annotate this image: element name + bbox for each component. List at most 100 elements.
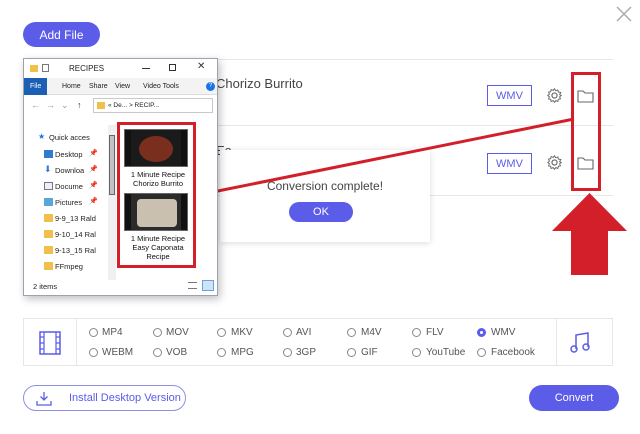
format-label: WEBM — [102, 347, 134, 358]
nav-item[interactable]: 9-10_14 Ralc — [44, 229, 96, 240]
up-arrow-icon[interactable]: ↑ — [77, 100, 82, 110]
format-label: WMV — [491, 327, 516, 338]
desktop-icon — [44, 150, 53, 158]
explorer-ribbon: File Home Share View Video Tools ? — [24, 78, 217, 95]
format-radio-gif[interactable] — [347, 348, 356, 357]
close-icon[interactable]: ✕ — [197, 61, 205, 72]
address-bar[interactable]: « De... > RECIP... — [93, 98, 213, 113]
maximize-icon[interactable] — [169, 64, 176, 71]
minimize-icon[interactable] — [142, 68, 150, 69]
folder-icon — [44, 214, 53, 222]
format-radio-m4v[interactable] — [347, 328, 356, 337]
format-label: AVI — [296, 327, 312, 338]
format-label: MPG — [231, 347, 254, 358]
install-label: Install Desktop Version — [69, 392, 181, 404]
folder-icon — [30, 65, 38, 72]
ribbon-tab-view[interactable]: View — [115, 78, 130, 95]
folder-icon — [97, 102, 105, 109]
film-strip — [181, 194, 187, 230]
nav-item[interactable]: 9-13_15 Rald — [44, 245, 96, 256]
video-thumbnail[interactable] — [124, 129, 188, 167]
pin-icon: 📌 — [89, 166, 98, 173]
back-arrow-icon[interactable]: ← — [31, 100, 40, 110]
format-radio-youtube[interactable] — [412, 348, 421, 357]
pin-icon: 📌 — [89, 198, 98, 205]
format-radio-wmv[interactable] — [477, 328, 486, 337]
settings-gear-icon[interactable] — [546, 154, 563, 171]
folder-icon — [44, 246, 53, 254]
item-count: 2 items — [33, 282, 58, 291]
nav-item[interactable]: 9-9_13 Rald — [44, 213, 96, 224]
format-label: FLV — [426, 327, 444, 338]
help-icon[interactable]: ? — [206, 82, 215, 91]
explorer-title: RECIPES — [69, 64, 105, 73]
food-image — [139, 136, 173, 162]
explorer-navbar: ← → ⌄ ↑ « De... > RECIP... — [24, 96, 217, 116]
ribbon-tab-share[interactable]: Share — [89, 78, 108, 95]
format-radio-mov[interactable] — [153, 328, 162, 337]
settings-gear-icon[interactable] — [546, 87, 563, 104]
format-radio-mpg[interactable] — [217, 348, 226, 357]
format-label: YouTube — [426, 347, 466, 358]
format-label: MP4 — [102, 327, 123, 338]
recent-chevron-icon[interactable]: ⌄ — [61, 100, 69, 111]
document-icon — [44, 182, 53, 190]
film-strip — [125, 194, 131, 230]
forward-arrow-icon[interactable]: → — [46, 100, 55, 110]
ribbon-tab-home[interactable]: Home — [62, 78, 81, 95]
scrollbar-thumb[interactable] — [109, 135, 115, 195]
quick-access-toolbar-icon[interactable] — [42, 64, 49, 72]
view-toggle — [186, 280, 216, 292]
output-format-button[interactable]: WMV — [487, 85, 532, 106]
film-strip — [181, 130, 187, 166]
video-film-icon — [39, 331, 61, 355]
large-icons-view-icon[interactable] — [202, 280, 214, 291]
format-radio-mp4[interactable] — [89, 328, 98, 337]
red-arrow-up-icon — [552, 193, 627, 275]
format-radio-mkv[interactable] — [217, 328, 226, 337]
audio-note-icon[interactable] — [569, 331, 591, 355]
ribbon-tab-file[interactable]: File — [24, 78, 48, 95]
close-icon[interactable] — [614, 4, 634, 24]
pin-icon: 📌 — [89, 150, 98, 157]
output-format-button[interactable]: WMV — [487, 153, 532, 174]
format-radio-3gp[interactable] — [283, 348, 292, 357]
nav-item[interactable]: FFmpeg — [44, 261, 96, 272]
convert-button[interactable]: Convert — [529, 385, 619, 411]
install-desktop-button[interactable]: Install Desktop Version — [23, 385, 186, 411]
ribbon-tab-video-tools[interactable]: Video Tools — [143, 78, 179, 95]
video-thumbnail[interactable] — [124, 193, 188, 231]
panel-separator — [556, 319, 557, 365]
format-label: GIF — [361, 347, 378, 358]
nav-scrollbar[interactable] — [108, 125, 116, 280]
folder-highlight-box — [571, 72, 601, 191]
navigation-pane: ★ Quick access Desktop ⬇ Downloa Docume … — [24, 119, 112, 284]
format-selector-panel: MP4 MOV MKV AVI M4V FLV WMV WEBM VOB MPG… — [23, 318, 613, 366]
conversion-complete-dialog: Conversion complete! — [220, 150, 430, 242]
explorer-titlebar: RECIPES ✕ — [24, 59, 217, 78]
ok-button[interactable]: OK — [289, 202, 353, 222]
file-name: Chorizo Burrito — [216, 76, 303, 91]
download-icon: ⬇ — [44, 165, 52, 174]
format-radio-webm[interactable] — [89, 348, 98, 357]
format-radio-flv[interactable] — [412, 328, 421, 337]
dialog-message: Conversion complete! — [266, 179, 384, 193]
file-caption: 1 Minute Recipe Easy Caponata Recipe — [130, 234, 186, 261]
format-radio-facebook[interactable] — [477, 348, 486, 357]
format-label: MKV — [231, 327, 253, 338]
format-label: MOV — [166, 327, 189, 338]
food-image — [137, 199, 177, 227]
format-radio-vob[interactable] — [153, 348, 162, 357]
pin-icon: 📌 — [89, 182, 98, 189]
format-label: M4V — [361, 327, 382, 338]
download-tray-icon — [36, 392, 52, 406]
address-path: « De... > RECIP... — [108, 102, 160, 109]
details-view-icon[interactable] — [188, 282, 197, 289]
add-file-button[interactable]: Add File — [23, 22, 100, 47]
star-icon: ★ — [38, 132, 46, 141]
files-highlight-box: 1 Minute Recipe Chorizo Burrito 1 Minute… — [117, 122, 196, 268]
picture-icon — [44, 198, 53, 206]
nav-item[interactable]: ★ Quick access — [38, 132, 90, 143]
format-label: VOB — [166, 347, 188, 358]
format-radio-avi[interactable] — [283, 328, 292, 337]
